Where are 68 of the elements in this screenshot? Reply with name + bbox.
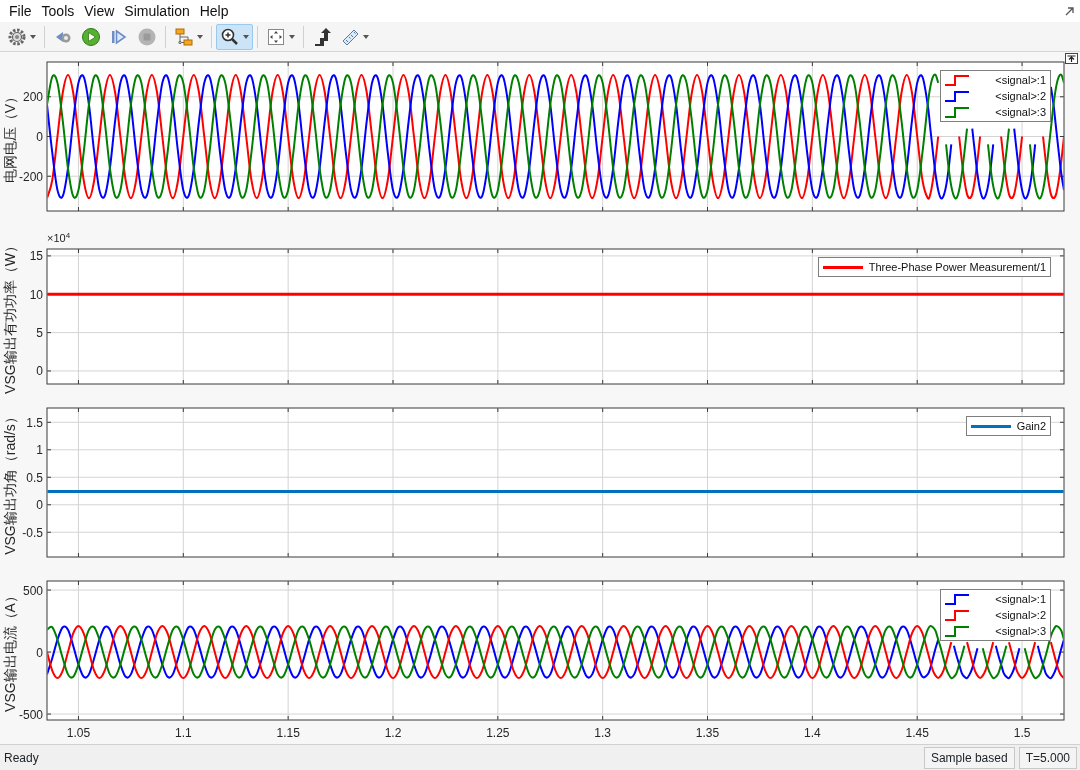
legend-line-icon	[945, 625, 969, 637]
tick-label: 1.5	[26, 415, 43, 430]
fit-to-view-icon	[266, 26, 286, 47]
legend-line-icon	[970, 424, 1011, 428]
menu-item[interactable]: Tools	[36, 0, 80, 22]
tick-label: 1.15	[276, 726, 300, 740]
tick-label: 0.5	[26, 470, 43, 485]
menu-item[interactable]: File	[4, 0, 37, 22]
tick-label: 1	[36, 443, 43, 458]
legend-label: Three-Phase Power Measurement/1	[868, 259, 1046, 275]
caret-icon	[243, 34, 249, 39]
tick-label: 5	[36, 326, 43, 341]
stop-icon	[137, 26, 157, 47]
tick-label: 200	[22, 90, 43, 105]
tick-label: 0	[36, 130, 43, 144]
menu-item[interactable]: Simulation	[119, 0, 195, 22]
toolbar-button[interactable]	[216, 23, 253, 50]
tick-label: 1.35	[695, 726, 720, 740]
tick-label: 0	[36, 645, 43, 660]
caret-icon	[289, 34, 295, 39]
legend-label: <signal>:1	[995, 72, 1046, 88]
tick-label: 0	[36, 364, 43, 379]
legend-line-icon	[822, 265, 863, 269]
gear-icon	[7, 26, 27, 47]
caret-icon	[363, 34, 369, 39]
legend-line-icon	[945, 90, 969, 102]
tick-label: -500	[18, 707, 43, 722]
axis-label: 电网电压（V）	[2, 89, 18, 184]
legend-label: <signal>:3	[995, 104, 1046, 120]
axis-label: VSG输出功角（rad/s）	[2, 410, 18, 555]
caret-icon	[197, 34, 203, 39]
arrow-icon	[1064, 5, 1076, 17]
status-panel: T=5.000	[1018, 746, 1077, 769]
legend-label: <signal>:2	[995, 88, 1046, 104]
legend-label: Gain2	[1016, 418, 1046, 434]
tick-label: 500	[22, 583, 43, 598]
axis-exponent: ×10$^{4}$	[47, 233, 71, 244]
zoom-in-icon	[220, 26, 240, 47]
tick-label: 1.25	[486, 726, 510, 740]
menu-item[interactable]: Help	[194, 0, 234, 22]
stair-arrow-icon	[312, 26, 332, 47]
menu-item[interactable]: View	[79, 0, 120, 22]
caret-icon	[30, 34, 36, 39]
tick-label: 10	[29, 287, 43, 302]
tick-label: 1.5	[1013, 726, 1031, 740]
tick-label: -200	[18, 169, 43, 184]
tick-label: 1.3	[594, 726, 611, 740]
legend-line-icon	[945, 74, 969, 86]
tick-label: -0.5	[22, 525, 43, 540]
tick-label: 1.45	[905, 726, 929, 740]
block-diagram-icon	[174, 26, 194, 47]
play-icon	[81, 26, 101, 47]
legend-label: <signal>:3	[995, 623, 1046, 639]
legend-line-icon	[945, 609, 969, 621]
legend-label: <signal>:2	[995, 607, 1046, 623]
tick-label: 0	[36, 498, 43, 513]
legend-line-icon	[945, 106, 969, 118]
axis-label: VSG输出有功功率（W）	[2, 239, 18, 394]
status-panel: Sample based	[923, 746, 1015, 769]
status-text: Ready	[4, 749, 39, 767]
tick-label: 1.1	[174, 726, 192, 740]
axis-label: VSG输出电流（A）	[2, 589, 18, 712]
tick-label: 1.4	[804, 726, 821, 740]
legend-label: <signal>:1	[995, 591, 1046, 607]
tick-label: 1.2	[384, 726, 402, 740]
tick-label: 15	[29, 249, 43, 264]
tick-label: 1.05	[66, 726, 91, 740]
legend-line-icon	[945, 593, 969, 605]
